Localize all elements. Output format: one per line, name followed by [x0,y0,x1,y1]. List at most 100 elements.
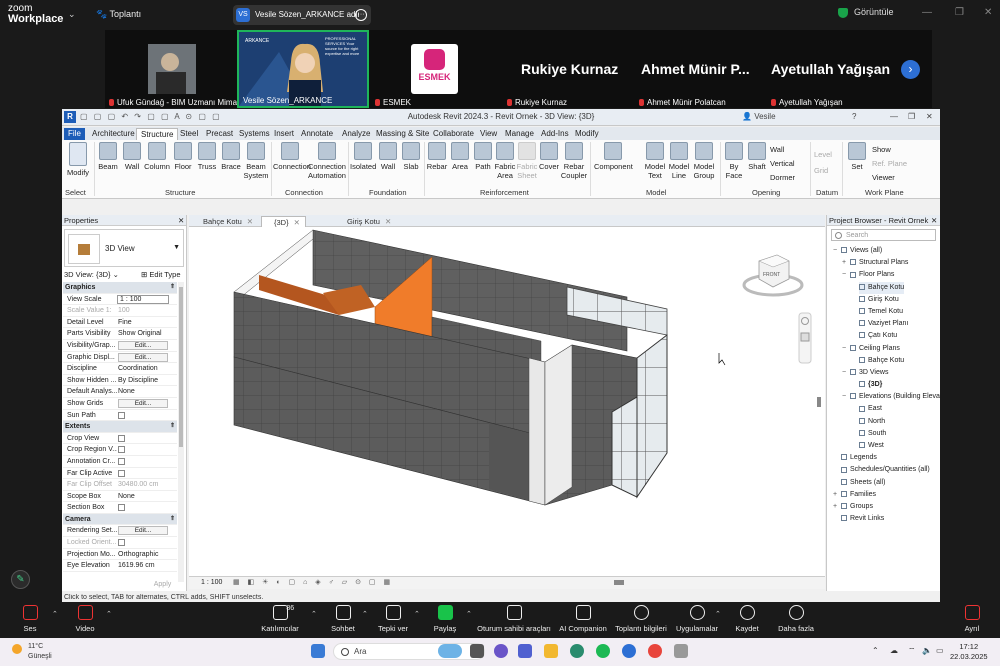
search-input[interactable]: Search [831,229,936,241]
toolbar-leave-button[interactable]: Ayrıl [932,605,1000,634]
fabric-sheet-button[interactable]: Fabric Sheet [516,142,538,180]
property-value[interactable]: Show Original [118,328,162,339]
edit-button[interactable]: Edit... [118,340,168,350]
copilot-icon[interactable] [494,644,508,658]
opening-dormer-button[interactable]: Dormer [770,173,795,182]
search-highlight-icon[interactable] [438,644,462,658]
property-value[interactable]: By Discipline [118,375,158,386]
chevron-up-icon[interactable]: ⌃ [466,610,472,618]
tab-annotate[interactable]: Annotate [297,128,337,140]
collapse-icon[interactable]: − [842,391,846,403]
wall-button[interactable]: Wall [121,142,143,171]
edit-type-button[interactable]: ⊞ Edit Type [141,270,181,279]
tree-item[interactable]: Bahçe Kotu [829,281,940,294]
viewcube-label[interactable]: FRONT [763,272,780,278]
volume-icon[interactable]: 🔈 [922,646,932,655]
edit-button[interactable]: Edit... [118,352,168,362]
set-work-plane-button[interactable]: Set [846,142,868,171]
property-checkbox[interactable] [118,457,125,465]
connection-button[interactable]: Connection [273,142,311,171]
taskbar-search[interactable]: Ara [333,643,485,660]
collapse-icon[interactable]: − [842,269,846,281]
tab-manage[interactable]: Manage [501,128,538,140]
rebar-button[interactable]: Rebar [426,142,448,171]
clock[interactable]: 17:12 22.03.2025 [950,642,988,662]
viewer-button[interactable]: Viewer [872,173,895,182]
curtain-wall-side[interactable] [636,333,668,499]
path-button[interactable]: Path [472,142,494,171]
property-row[interactable]: Sun Path [63,410,177,422]
close-icon[interactable]: ✕ [926,112,933,121]
3d-view-canvas[interactable]: FRONT [189,227,825,576]
toolbar-more-button[interactable]: Daha fazla [756,605,836,634]
property-row[interactable]: Detail Level Fine [63,317,177,329]
view-instance-dropdown[interactable]: 3D View: {3D} ⌄ [64,270,119,279]
viewcube[interactable]: FRONT [742,254,804,297]
tree-item[interactable]: Çatı Kotu [829,330,940,342]
slab-button[interactable]: Slab [400,142,422,171]
tab-systems[interactable]: Systems [235,128,274,140]
chevron-up-icon[interactable]: ⌃ [414,610,420,618]
column-button[interactable]: Column [144,142,170,171]
property-row[interactable]: Far Clip Offset 30480.00 cm [63,479,177,491]
tree-item[interactable]: East [829,403,940,415]
collapse-icon[interactable]: − [842,343,846,355]
shaft-button[interactable]: Shaft [746,142,768,171]
expand-icon[interactable]: + [833,501,837,513]
tab-analyze[interactable]: Analyze [338,128,374,140]
property-checkbox[interactable] [118,434,125,442]
file-explorer-icon[interactable] [544,644,558,658]
property-value[interactable]: Fine [118,317,132,328]
start-menu-icon[interactable] [311,644,325,658]
close-icon[interactable]: ✕ [178,215,184,226]
property-section[interactable]: Graphics ⇑ [63,282,177,294]
canvas-scrollbar[interactable] [817,397,821,407]
connection-automation-button[interactable]: Connection Automation [308,142,346,180]
tree-item[interactable]: + Structural Plans [829,257,940,269]
brace-button[interactable]: Brace [219,142,243,171]
property-value[interactable]: None [118,491,135,502]
property-value[interactable]: 30480.00 cm [118,479,158,490]
collapse-icon[interactable]: − [842,367,846,379]
user-icon[interactable]: 👤 Vesile [742,112,776,121]
tab-massing-site[interactable]: Massing & Site [372,128,433,140]
tree-item[interactable]: Sheets (all) [829,477,940,489]
tab-insert[interactable]: Insert [270,128,298,140]
tab-modify[interactable]: Modify [571,128,603,140]
property-row[interactable]: Discipline Coordination [63,363,177,375]
property-row[interactable]: Visibility/Grap... Edit... [63,340,177,352]
beam-system-button[interactable]: Beam System [243,142,269,180]
curtain-wall-front[interactable] [611,396,638,498]
property-checkbox[interactable] [118,539,125,547]
edit-button[interactable]: Edit... [118,398,168,408]
tree-item[interactable]: − 3D Views [829,367,940,379]
tree-item[interactable]: West [829,440,940,452]
close-icon[interactable]: ✕ [385,217,391,226]
chevron-down-icon[interactable]: ⌄ [68,9,76,20]
property-row[interactable]: Show Hidden ... By Discipline [63,375,177,387]
tree-item[interactable]: + Families [829,489,940,501]
property-row[interactable]: Crop View [63,433,177,445]
view-scale[interactable]: 1 : 100 [201,577,222,589]
chevron-up-icon[interactable]: ⌃ [362,610,368,618]
cover-button[interactable]: Cover [538,142,560,171]
edge-icon[interactable] [570,644,584,658]
help-icon[interactable]: ? [852,112,856,121]
screen-share-indicator[interactable]: VS Vesile Sözen_ARKANCE adlı kişini ··· [233,5,371,39]
weather-widget[interactable]: 11°C Güneşli [12,642,52,662]
fabric-area-button[interactable]: Fabric Area [494,142,516,180]
property-row[interactable]: Eye Elevation 1619.96 cm [63,560,177,572]
chevron-down-icon[interactable]: ▼ [173,244,180,251]
tree-item[interactable]: − Ceiling Plans [829,343,940,355]
opening-wall-button[interactable]: Wall [770,145,784,154]
next-page-icon[interactable]: › [901,60,920,79]
property-row[interactable]: Scale Value 1: 100 [63,305,177,317]
tree-item[interactable]: − Elevations (Building Elevation) [829,391,940,403]
property-row[interactable]: Far Clip Active [63,468,177,480]
property-value[interactable]: Orthographic [118,549,158,560]
tree-item[interactable]: Temel Kotu [829,306,940,318]
close-icon[interactable]: ✕ [294,218,300,227]
opening-vertical-button[interactable]: Vertical [770,159,795,168]
modify-button[interactable]: Modify [65,142,91,177]
building-model[interactable]: FRONT [189,227,825,576]
